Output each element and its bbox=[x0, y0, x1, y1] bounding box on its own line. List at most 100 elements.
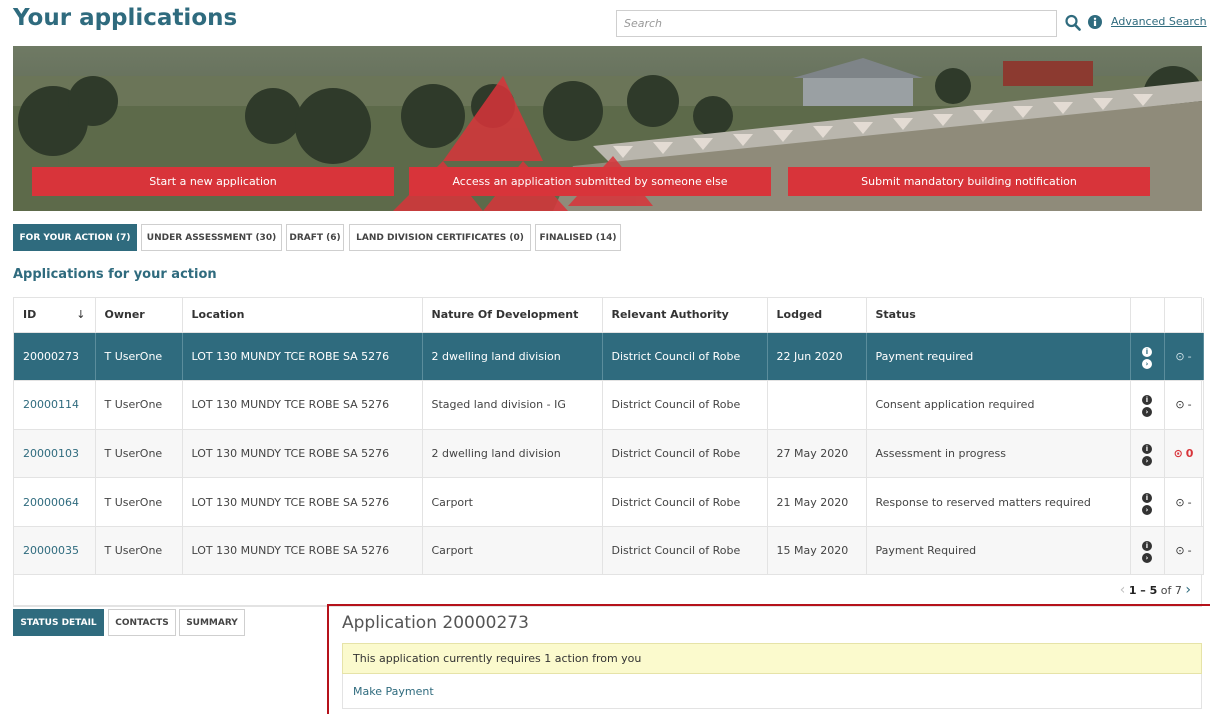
tab-land-division-certificates[interactable]: LAND DIVISION CERTIFICATES (0) bbox=[349, 224, 531, 251]
column-header-timer bbox=[1164, 298, 1204, 333]
sort-down-arrow-icon[interactable]: ↓ bbox=[76, 308, 85, 321]
column-header-location[interactable]: Location bbox=[182, 298, 423, 333]
timer-indicator: ⊙ - bbox=[1175, 544, 1192, 558]
owner-cell: T UserOne bbox=[95, 332, 183, 382]
clock-icon: ⊙ bbox=[1175, 398, 1185, 412]
column-header-status[interactable]: Status bbox=[866, 298, 1131, 333]
pagination: ‹ 1 – 5 of 7 › bbox=[1120, 582, 1191, 598]
column-header-lodged[interactable]: Lodged bbox=[767, 298, 867, 333]
status-cell: Consent application required bbox=[866, 380, 1131, 430]
status-cell: Assessment in progress bbox=[866, 429, 1131, 479]
chevron-right-icon[interactable]: › bbox=[1142, 407, 1152, 418]
table-row[interactable]: 20000064 T UserOne LOT 130 MUNDY TCE ROB… bbox=[14, 477, 1204, 527]
column-header-nature[interactable]: Nature Of Development bbox=[422, 298, 603, 333]
applications-table: ID ↓ Owner Location Nature Of Developmen… bbox=[13, 297, 1204, 608]
table-row[interactable]: 20000114 T UserOne LOT 130 MUNDY TCE ROB… bbox=[14, 380, 1204, 430]
submit-building-notification-button[interactable]: Submit mandatory building notification bbox=[788, 167, 1150, 196]
tab-status-detail[interactable]: STATUS DETAIL bbox=[13, 609, 104, 636]
column-header-authority[interactable]: Relevant Authority bbox=[602, 298, 768, 333]
info-icon bbox=[1088, 15, 1102, 29]
chevron-right-icon[interactable]: › bbox=[1142, 504, 1152, 515]
location-cell: LOT 130 MUNDY TCE ROBE SA 5276 bbox=[182, 429, 423, 479]
table-row[interactable]: 20000273 T UserOne LOT 130 MUNDY TCE ROB… bbox=[14, 332, 1204, 382]
table-row[interactable]: 20000035 T UserOne LOT 130 MUNDY TCE ROB… bbox=[14, 526, 1204, 576]
timer-indicator: ⊙ - bbox=[1175, 398, 1192, 412]
authority-cell: District Council of Robe bbox=[602, 526, 768, 576]
location-cell: LOT 130 MUNDY TCE ROBE SA 5276 bbox=[182, 380, 423, 430]
lodged-cell: 22 Jun 2020 bbox=[767, 332, 867, 382]
tab-finalised[interactable]: FINALISED (14) bbox=[535, 224, 621, 251]
action-row: Make Payment bbox=[342, 674, 1202, 709]
nature-cell: 2 dwelling land division bbox=[422, 429, 603, 479]
info-icon[interactable]: i bbox=[1142, 395, 1152, 406]
owner-cell: T UserOne bbox=[95, 429, 183, 479]
column-header-id[interactable]: ID ↓ bbox=[14, 298, 96, 333]
tab-under-assessment[interactable]: UNDER ASSESSMENT (30) bbox=[141, 224, 282, 251]
application-id-link[interactable]: 20000035 bbox=[23, 544, 79, 557]
make-payment-link[interactable]: Make Payment bbox=[353, 685, 434, 698]
column-header-actions bbox=[1130, 298, 1165, 333]
timer-indicator: ⊙ - bbox=[1175, 495, 1192, 509]
application-detail-panel: Application 20000273 This application cu… bbox=[327, 604, 1210, 714]
table-header-row: ID ↓ Owner Location Nature Of Developmen… bbox=[14, 298, 1204, 333]
nature-cell: Carport bbox=[422, 477, 603, 527]
clock-icon: ⊙ bbox=[1175, 495, 1185, 509]
application-id-link[interactable]: 20000273 bbox=[23, 350, 79, 363]
chevron-right-icon[interactable]: › bbox=[1142, 553, 1152, 564]
lodged-cell: 15 May 2020 bbox=[767, 526, 867, 576]
tab-contacts[interactable]: CONTACTS bbox=[108, 609, 176, 636]
hero-banner: Start a new application Access an applic… bbox=[13, 46, 1202, 211]
owner-cell: T UserOne bbox=[95, 477, 183, 527]
pagination-row: ‹ 1 – 5 of 7 › bbox=[14, 574, 1203, 607]
clock-icon: ⊙ bbox=[1175, 544, 1185, 558]
table-row[interactable]: 20000103 T UserOne LOT 130 MUNDY TCE ROB… bbox=[14, 429, 1204, 479]
search-input[interactable] bbox=[616, 10, 1057, 37]
tab-draft[interactable]: DRAFT (6) bbox=[286, 224, 344, 251]
authority-cell: District Council of Robe bbox=[602, 380, 768, 430]
column-header-owner[interactable]: Owner bbox=[95, 298, 183, 333]
timer-indicator: ⊙ 0 bbox=[1173, 446, 1194, 460]
chevron-right-icon[interactable]: › bbox=[1142, 455, 1152, 466]
pagination-total: of 7 bbox=[1160, 584, 1182, 598]
owner-cell: T UserOne bbox=[95, 380, 183, 430]
application-id-link[interactable]: 20000114 bbox=[23, 398, 79, 411]
clock-icon: ⊙ bbox=[1175, 349, 1185, 363]
timer-indicator: ⊙ - bbox=[1175, 349, 1192, 363]
nature-cell: Staged land division - IG bbox=[422, 380, 603, 430]
lodged-cell: 21 May 2020 bbox=[767, 477, 867, 527]
location-cell: LOT 130 MUNDY TCE ROBE SA 5276 bbox=[182, 526, 423, 576]
info-icon[interactable]: i bbox=[1142, 346, 1152, 357]
owner-cell: T UserOne bbox=[95, 526, 183, 576]
location-cell: LOT 130 MUNDY TCE ROBE SA 5276 bbox=[182, 332, 423, 382]
access-submitted-application-button[interactable]: Access an application submitted by someo… bbox=[409, 167, 771, 196]
chevron-right-icon[interactable]: › bbox=[1142, 358, 1152, 369]
search-info-button[interactable] bbox=[1088, 15, 1102, 29]
lodged-cell bbox=[767, 380, 867, 430]
chevron-left-icon[interactable]: ‹ bbox=[1120, 582, 1126, 598]
search-button[interactable] bbox=[1065, 14, 1081, 32]
chevron-right-icon[interactable]: › bbox=[1185, 582, 1191, 598]
search-icon bbox=[1065, 14, 1081, 31]
authority-cell: District Council of Robe bbox=[602, 477, 768, 527]
page-title: Your applications bbox=[13, 5, 238, 31]
start-new-application-button[interactable]: Start a new application bbox=[32, 167, 394, 196]
status-cell: Payment required bbox=[866, 332, 1131, 382]
section-heading: Applications for your action bbox=[13, 267, 217, 282]
authority-cell: District Council of Robe bbox=[602, 332, 768, 382]
application-detail-title: Application 20000273 bbox=[342, 613, 529, 633]
status-cell: Payment Required bbox=[866, 526, 1131, 576]
info-icon[interactable]: i bbox=[1142, 492, 1152, 503]
authority-cell: District Council of Robe bbox=[602, 429, 768, 479]
info-icon[interactable]: i bbox=[1142, 443, 1152, 454]
tab-summary[interactable]: SUMMARY bbox=[179, 609, 245, 636]
nature-cell: Carport bbox=[422, 526, 603, 576]
application-id-link[interactable]: 20000064 bbox=[23, 496, 79, 509]
pagination-range: 1 – 5 bbox=[1128, 584, 1158, 598]
tab-for-your-action[interactable]: FOR YOUR ACTION (7) bbox=[13, 224, 137, 251]
advanced-search-link[interactable]: Advanced Search bbox=[1111, 15, 1207, 28]
action-required-notice: This application currently requires 1 ac… bbox=[342, 643, 1202, 674]
application-id-link[interactable]: 20000103 bbox=[23, 447, 79, 460]
info-icon[interactable]: i bbox=[1142, 541, 1152, 552]
status-cell: Response to reserved matters required bbox=[866, 477, 1131, 527]
location-cell: LOT 130 MUNDY TCE ROBE SA 5276 bbox=[182, 477, 423, 527]
